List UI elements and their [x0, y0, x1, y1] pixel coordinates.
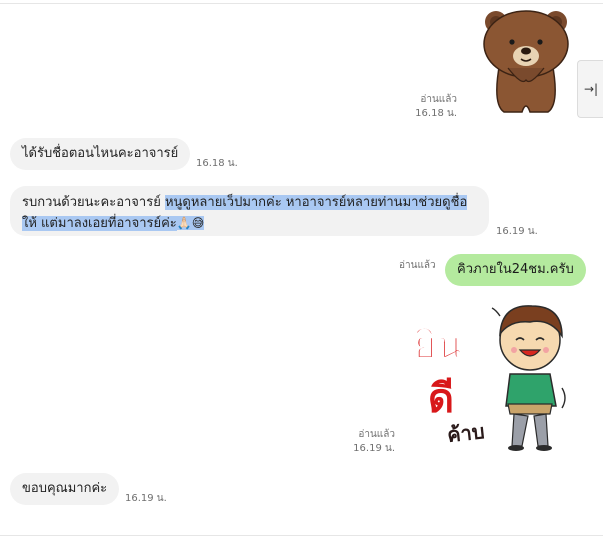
sticker-text: ค้าบ	[446, 419, 486, 447]
message-text-part: รบกวนด้วยนะคะอาจารย์	[22, 195, 165, 210]
message-time: 16.19 น.	[125, 493, 167, 504]
boy-sticker[interactable]: ยิน ดี ค้าบ	[410, 296, 578, 456]
read-label: อ่านแล้ว	[399, 260, 436, 271]
message-time: 16.18 น.	[415, 108, 457, 119]
selected-text: ให้ แต่มาลงเอยที่อาจารย์ค่ะ	[22, 216, 177, 231]
emoji: 🙏🏻😅	[176, 216, 205, 230]
read-label: อ่านแล้ว	[358, 429, 395, 440]
message-time: 16.19 น.	[353, 443, 395, 454]
message-bubble-sent[interactable]: คิวภายใน24ชม.ครับ	[445, 254, 586, 286]
read-receipt: อ่านแล้ว 16.19 น.	[340, 428, 395, 456]
bear-head	[483, 10, 569, 78]
selected-text: หนูดูหลายเว็ปมากค่ะ หาอาจารย์หลายท่านมาช…	[164, 195, 468, 210]
boy-shirt	[505, 373, 557, 407]
read-receipt: อ่านแล้ว 16.18 น.	[400, 93, 457, 121]
read-label: อ่านแล้ว	[420, 94, 457, 105]
message-bubble-received[interactable]: ได้รับชื่อตอนไหนคะอาจารย์	[10, 138, 191, 170]
message-text: ได้รับชื่อตอนไหนคะอาจารย์	[22, 146, 179, 161]
sticker-text: ดี	[428, 376, 454, 422]
bear-sticker[interactable]	[478, 4, 574, 114]
sticker-text: ยิน	[414, 323, 462, 367]
message-text: คิวภายใน24ชม.ครับ	[457, 262, 574, 277]
message-bubble-received[interactable]: ขอบคุณมากค่ะ	[10, 473, 120, 505]
side-panel-toggle-button[interactable]: →|	[577, 60, 603, 118]
bottom-divider	[0, 535, 603, 536]
message-bubble-received[interactable]: รบกวนด้วยนะคะอาจารย์ หนูดูหลายเว็ปมากค่ะ…	[10, 186, 489, 236]
message-time: 16.18 น.	[196, 158, 238, 169]
message-time: 16.19 น.	[496, 226, 538, 237]
message-text: ขอบคุณมากค่ะ	[22, 481, 108, 496]
collapse-panel-icon: →|	[583, 82, 599, 96]
